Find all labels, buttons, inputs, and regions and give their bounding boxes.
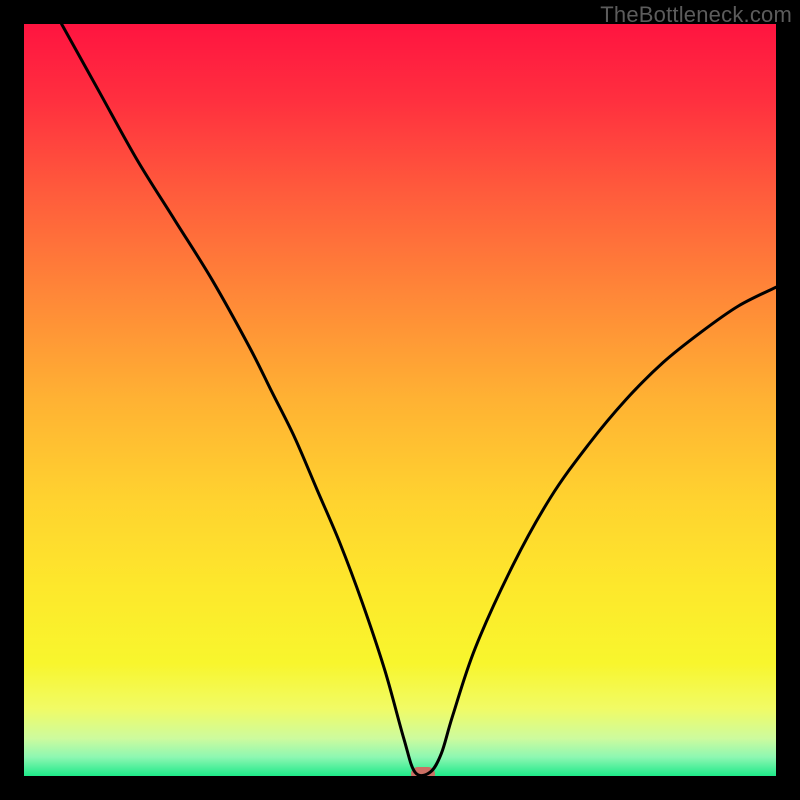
plot-area <box>24 24 776 776</box>
watermark-text: TheBottleneck.com <box>600 2 792 28</box>
chart-frame: TheBottleneck.com <box>0 0 800 800</box>
bottleneck-curve <box>24 24 776 776</box>
